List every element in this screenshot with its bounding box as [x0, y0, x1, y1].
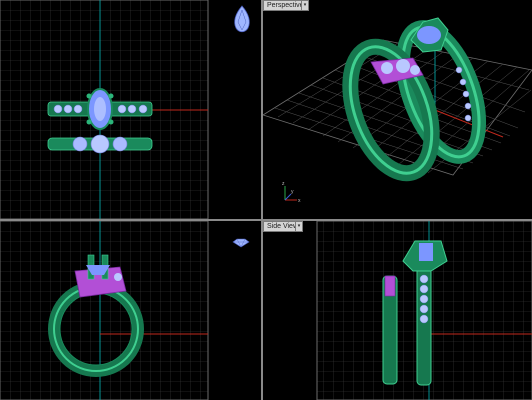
viewport-side[interactable]: Side View ▾: [263, 221, 532, 400]
ring-back-band: [395, 17, 487, 164]
viewport-top[interactable]: [0, 0, 261, 219]
triad-y-label: y: [291, 189, 294, 195]
top-view-canvas: [0, 0, 209, 219]
viewport-divider-horizontal[interactable]: [0, 219, 532, 221]
ring-front-band: [342, 38, 440, 182]
triad-x-label: x: [298, 198, 301, 204]
viewport-perspective[interactable]: z x y Perspective ▾: [263, 0, 532, 219]
pear-gem-icon: [234, 5, 250, 33]
axis-triad: z x y: [282, 181, 301, 204]
perspective-canvas: z x y: [263, 17, 532, 204]
round-gem-icon: [232, 238, 250, 248]
front-view-canvas: [0, 221, 209, 400]
chevron-down-icon[interactable]: ▾: [301, 0, 309, 11]
chevron-down-icon[interactable]: ▾: [295, 221, 303, 232]
side-view-canvas: [316, 221, 532, 400]
viewport-front[interactable]: [0, 221, 261, 400]
viewport-divider-vertical[interactable]: [261, 0, 263, 400]
ring-bottom-band: [47, 134, 153, 154]
